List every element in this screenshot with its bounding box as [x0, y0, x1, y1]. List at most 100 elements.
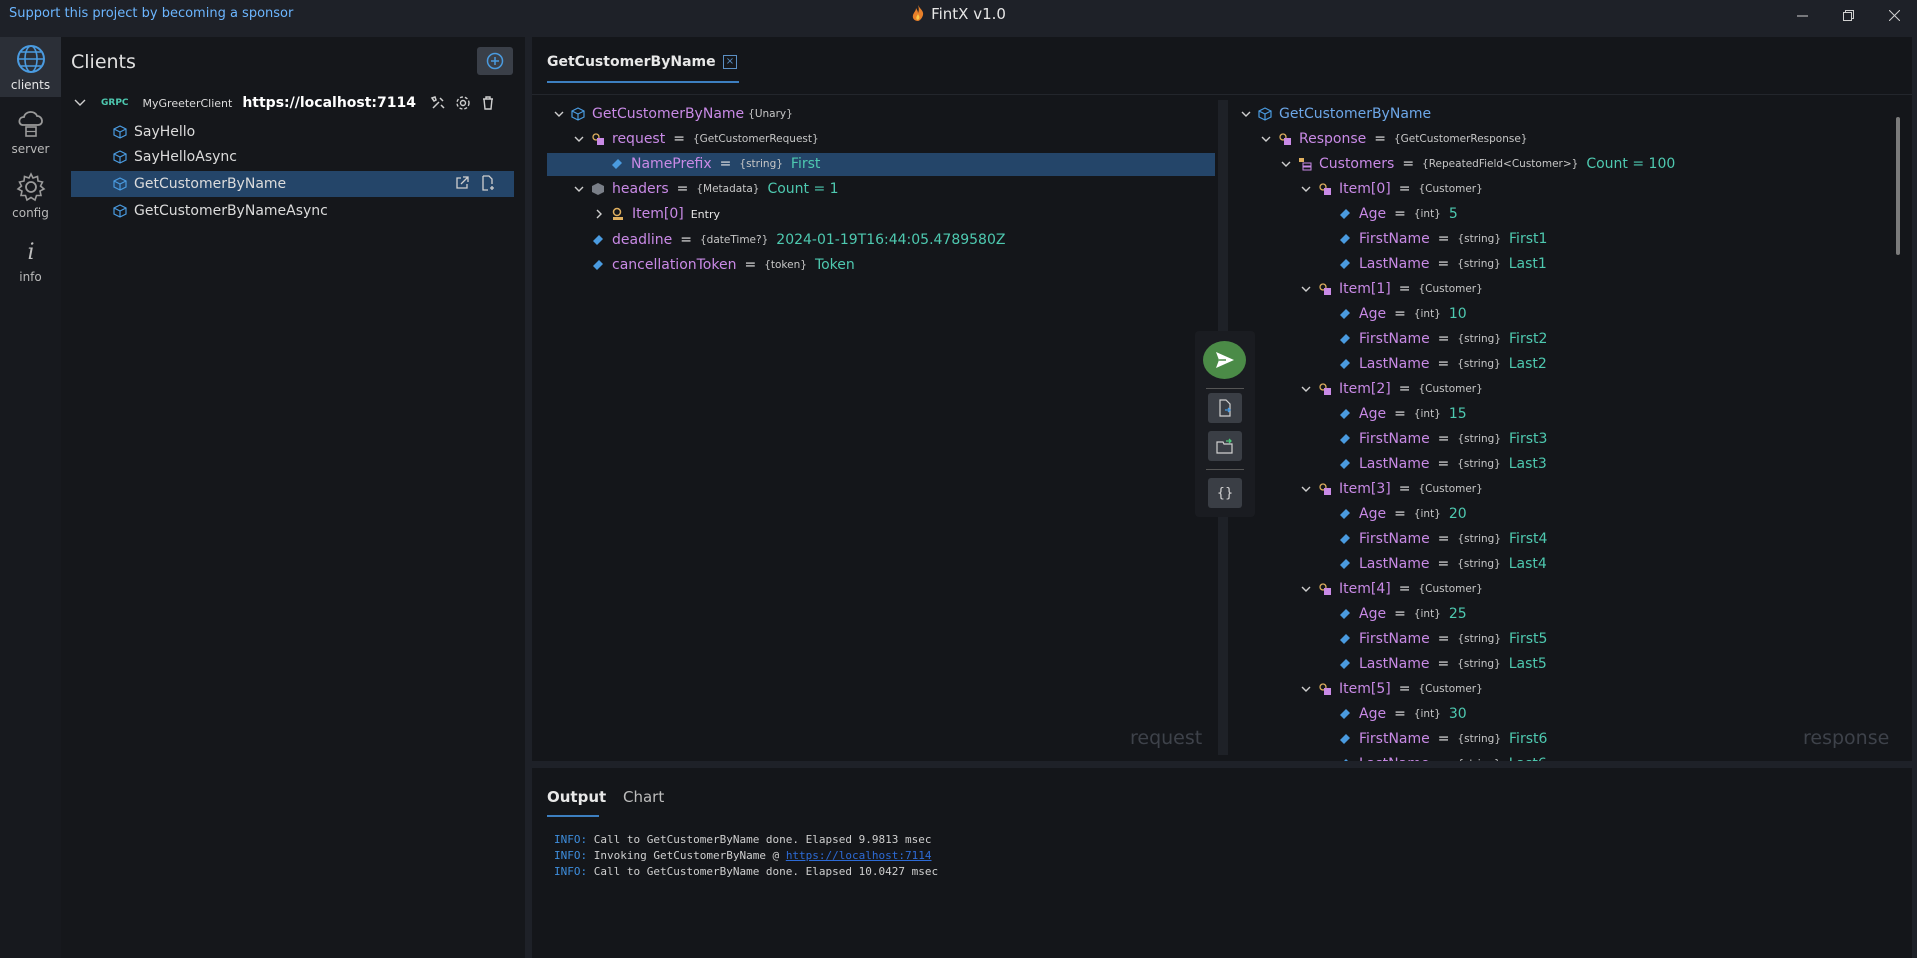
customer-item-node[interactable]: Item[0] = {Customer}: [1298, 178, 1491, 200]
node-name: FirstName: [1359, 631, 1430, 647]
method-getcustomerbynameasync[interactable]: GetCustomerByNameAsync: [113, 199, 328, 223]
chevron-down-icon[interactable]: [1238, 106, 1254, 122]
cancellation-node[interactable]: cancellationToken = {token} Token: [591, 254, 855, 276]
nav-config[interactable]: config: [0, 165, 61, 225]
headers-count: Count = 1: [767, 181, 839, 197]
chevron-down-icon[interactable]: [571, 131, 587, 147]
new-file-icon[interactable]: [480, 175, 496, 191]
node-name: Item[3]: [1339, 481, 1391, 497]
chevron-right-icon[interactable]: [591, 206, 607, 222]
client-node[interactable]: GRPC MyGreeterClient https://localhost:7…: [73, 91, 513, 115]
node-name: LastName: [1359, 756, 1429, 761]
customer-item-node[interactable]: Item[2] = {Customer}: [1298, 378, 1491, 400]
age-field-node[interactable]: Age = {int} 25: [1338, 603, 1467, 625]
firstname-field-node[interactable]: FirstName = {string} First4: [1338, 528, 1547, 550]
request-root-node[interactable]: GetCustomerByName {Unary}: [551, 103, 801, 125]
firstname-field-node[interactable]: FirstName = {string} First6: [1338, 728, 1547, 750]
close-window-button[interactable]: [1871, 0, 1917, 30]
nav-info[interactable]: i info: [0, 229, 61, 289]
node-name: Item[1]: [1339, 281, 1391, 297]
response-root-node[interactable]: GetCustomerByName: [1238, 103, 1431, 125]
header-item-node[interactable]: Item[0] Entry: [591, 203, 720, 225]
restore-button[interactable]: [1825, 0, 1871, 30]
chevron-down-icon[interactable]: [551, 106, 567, 122]
firstname-field-node[interactable]: FirstName = {string} First2: [1338, 328, 1547, 350]
firstname-value: First6: [1509, 731, 1548, 747]
headers-node[interactable]: headers = {Metadata} Count = 1: [571, 178, 839, 200]
object-icon: [1319, 683, 1331, 695]
lastname-field-node[interactable]: LastName={string}Last6: [1338, 753, 1547, 761]
chevron-down-icon[interactable]: [1298, 281, 1314, 297]
firstname-field-node[interactable]: FirstName = {string} First3: [1338, 428, 1547, 450]
chevron-down-icon[interactable]: [1278, 156, 1294, 172]
customer-item-node[interactable]: Item[4] = {Customer}: [1298, 578, 1491, 600]
lastname-field-node[interactable]: LastName = {string} Last4: [1338, 553, 1547, 575]
tab-output[interactable]: Output: [547, 788, 606, 806]
response-scrollbar[interactable]: [1896, 117, 1900, 255]
method-getcustomerbyname[interactable]: GetCustomerByName: [113, 172, 286, 196]
cube-icon: [113, 204, 127, 218]
response-node[interactable]: Response = {GetCustomerResponse}: [1258, 128, 1536, 150]
field-icon: [1344, 759, 1348, 761]
open-external-icon[interactable]: [454, 175, 470, 191]
field-icon: [1340, 734, 1350, 744]
node-type: {string}: [1457, 558, 1501, 570]
tab-chart[interactable]: Chart: [623, 788, 664, 806]
settings-icon[interactable]: [455, 95, 471, 111]
object-icon: [1279, 133, 1291, 145]
grpc-badge: GRPC: [101, 98, 129, 108]
minimize-button[interactable]: [1779, 0, 1825, 30]
field-icon: [1340, 659, 1350, 669]
customers-node[interactable]: Customers = {RepeatedField<Customer>} Count…: [1278, 153, 1675, 175]
cancellation-value[interactable]: Token: [815, 257, 855, 273]
customer-item-node[interactable]: Item[5] = {Customer}: [1298, 678, 1491, 700]
restore-icon: [1842, 9, 1854, 21]
chevron-down-icon[interactable]: [571, 181, 587, 197]
request-node[interactable]: request = {GetCustomerRequest}: [571, 128, 827, 150]
clients-title: Clients: [71, 51, 136, 73]
chevron-down-icon[interactable]: [1298, 381, 1314, 397]
chevron-down-icon[interactable]: [1298, 481, 1314, 497]
flame-logo-icon: [912, 5, 924, 21]
age-field-node[interactable]: Age = {int} 15: [1338, 403, 1467, 425]
customer-item-node[interactable]: Item[1] = {Customer}: [1298, 278, 1491, 300]
customer-item-node[interactable]: Item[3] = {Customer}: [1298, 478, 1491, 500]
delete-icon[interactable]: [480, 95, 496, 111]
deadline-value[interactable]: 2024-01-19T16:44:05.4789580Z: [776, 232, 1005, 248]
cube-icon: [113, 150, 127, 164]
chevron-down-icon[interactable]: [73, 96, 87, 110]
method-sayhelloasync[interactable]: SayHelloAsync: [113, 145, 237, 169]
age-field-node[interactable]: Age = {int} 20: [1338, 503, 1467, 525]
chevron-down-icon[interactable]: [1258, 131, 1274, 147]
node-name: Item[0]: [632, 206, 684, 222]
node-type: {int}: [1413, 308, 1441, 320]
chevron-down-icon[interactable]: [1298, 581, 1314, 597]
field-icon: [593, 260, 603, 270]
log-link[interactable]: https://localhost:7114: [786, 849, 932, 862]
firstname-field-node[interactable]: FirstName = {string} First5: [1338, 628, 1547, 650]
tab-close-icon[interactable]: ×: [723, 55, 737, 69]
node-name: Item[4]: [1339, 581, 1391, 597]
method-sayhello[interactable]: SayHello: [113, 120, 195, 144]
chevron-down-icon[interactable]: [1298, 181, 1314, 197]
age-field-node[interactable]: Age = {int} 5: [1338, 203, 1458, 225]
age-field-node[interactable]: Age = {int} 30: [1338, 703, 1467, 725]
lastname-field-node[interactable]: LastName = {string} Last2: [1338, 353, 1547, 375]
tools-icon[interactable]: [430, 95, 446, 111]
chevron-down-icon[interactable]: [1298, 681, 1314, 697]
nameprefix-value[interactable]: First: [791, 156, 820, 172]
tab-getcustomerbyname[interactable]: GetCustomerByName: [547, 54, 716, 70]
lastname-field-node[interactable]: LastName = {string} Last3: [1338, 453, 1547, 475]
nameprefix-node[interactable]: NamePrefix = {string} First: [610, 153, 820, 175]
nav-clients[interactable]: clients: [0, 37, 61, 97]
add-client-button[interactable]: [477, 47, 513, 75]
lastname-field-node[interactable]: LastName = {string} Last1: [1338, 253, 1547, 275]
method-label: GetCustomerByNameAsync: [134, 203, 328, 219]
lastname-value: Last4: [1508, 556, 1547, 572]
nav-server[interactable]: server: [0, 101, 61, 161]
node-type: {GetCustomerResponse}: [1393, 133, 1528, 145]
lastname-field-node[interactable]: LastName = {string} Last5: [1338, 653, 1547, 675]
age-field-node[interactable]: Age = {int} 10: [1338, 303, 1467, 325]
firstname-field-node[interactable]: FirstName = {string} First1: [1338, 228, 1547, 250]
deadline-node[interactable]: deadline = {dateTime?} 2024-01-19T16:44:…: [591, 229, 1005, 251]
